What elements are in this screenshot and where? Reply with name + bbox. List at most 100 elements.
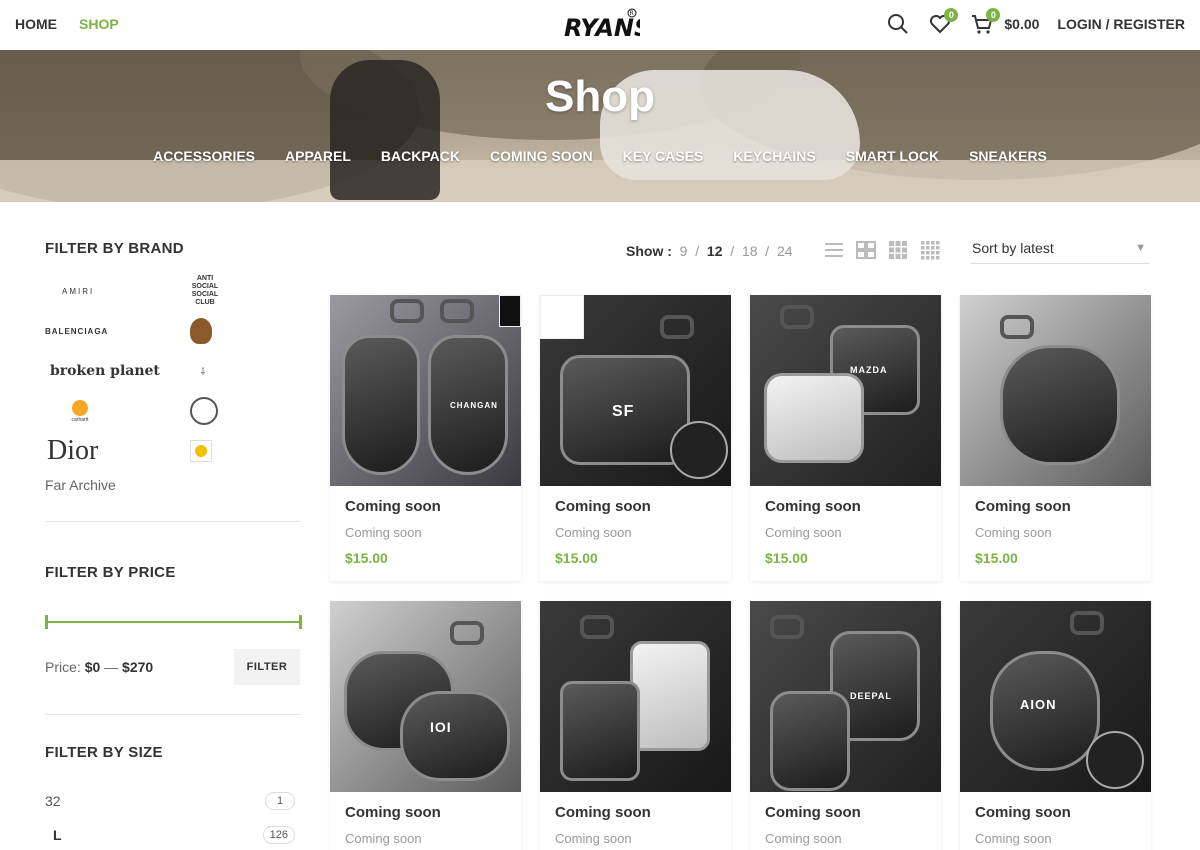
category-link-smart-lock[interactable]: SMART LOCK — [846, 148, 939, 164]
ryans-logo[interactable]: RYANS R — [562, 8, 651, 44]
site-header: HOME SHOP RYANS R 0 0 $0.00 LOGIN / REGI… — [0, 0, 1200, 50]
smiley-face-icon — [195, 445, 207, 457]
product-image[interactable]: DEEPAL — [750, 601, 941, 792]
brand-amiri[interactable]: AMIRI — [45, 275, 190, 307]
cart-icon[interactable]: 0 — [970, 8, 1001, 36]
product-image[interactable]: CHANGAN — [330, 295, 521, 486]
brand-carhartt[interactable]: carhartt — [45, 395, 190, 427]
svg-text:R: R — [630, 10, 634, 17]
size-option-l[interactable]: L 126 — [45, 826, 300, 844]
product-detail-circle — [1086, 731, 1144, 789]
price-min-value: $0 — [84, 659, 101, 675]
brand-smiley[interactable] — [190, 435, 300, 467]
product-title[interactable]: Coming soon — [975, 804, 1136, 821]
size-filter-widget: FILTER BY SIZE 32 1 L 126 — [45, 744, 300, 844]
grid-4-view-icon[interactable] — [920, 240, 940, 260]
show-option-18[interactable]: 18 — [742, 243, 758, 259]
product-category[interactable]: Coming soon — [555, 831, 716, 846]
product-inset-thumb — [540, 295, 584, 339]
category-link-apparel[interactable]: APPAREL — [285, 148, 351, 164]
product-card[interactable]: DEEPAL Coming soon Coming soon — [750, 601, 941, 850]
login-register-link[interactable]: LOGIN / REGISTER — [1057, 16, 1185, 32]
cart-total: $0.00 — [1004, 16, 1040, 32]
category-link-key-cases[interactable]: KEY CASES — [623, 148, 704, 164]
brand-bape[interactable] — [190, 315, 300, 347]
show-option-24[interactable]: 24 — [777, 243, 793, 259]
product-category[interactable]: Coming soon — [765, 525, 926, 540]
brand-travis-scott[interactable]: ⸸ — [190, 355, 300, 387]
product-title[interactable]: Coming soon — [345, 498, 506, 515]
size-option-32[interactable]: 32 1 — [45, 792, 300, 810]
price-range-slider[interactable] — [45, 615, 302, 629]
product-card[interactable]: AION Coming soon Coming soon — [960, 601, 1151, 850]
search-icon[interactable] — [886, 12, 910, 36]
product-category[interactable]: Coming soon — [765, 831, 926, 846]
category-link-keychains[interactable]: KEYCHAINS — [733, 148, 815, 164]
brand-filter-widget: FILTER BY BRAND AMIRI ANTI SOCIAL SOCIAL… — [45, 240, 300, 522]
product-category[interactable]: Coming soon — [555, 525, 716, 540]
brand-balenciaga-logo: BALENCIAGA — [45, 326, 109, 336]
brand-dior[interactable]: Dior — [45, 435, 190, 467]
carhartt-wordmark: carhartt — [71, 416, 89, 423]
shop-hero-banner: Shop ACCESSORIES APPAREL BACKPACK COMING… — [0, 50, 1200, 202]
key-fob-shape — [560, 681, 640, 781]
product-title[interactable]: Coming soon — [975, 498, 1136, 515]
product-category[interactable]: Coming soon — [975, 525, 1136, 540]
brand-balenciaga[interactable]: BALENCIAGA — [45, 315, 190, 347]
product-inset-thumb — [499, 295, 521, 327]
nav-home-link[interactable]: HOME — [15, 16, 57, 32]
cart-button[interactable]: 0 $0.00 — [970, 8, 1040, 36]
product-title[interactable]: Coming soon — [555, 498, 716, 515]
product-card[interactable]: IOI Coming soon Coming soon — [330, 601, 521, 850]
product-image[interactable] — [540, 601, 731, 792]
category-link-backpack[interactable]: BACKPACK — [381, 148, 460, 164]
price-filter-widget: FILTER BY PRICE Price: $0 — $270 FILTER — [45, 564, 302, 715]
product-card[interactable]: CHANGAN Coming soon Coming soon $15.00 — [330, 295, 521, 581]
show-option-9[interactable]: 9 — [680, 243, 688, 259]
price-slider-min-handle[interactable] — [45, 615, 48, 629]
brand-broken-planet[interactable]: broken planet — [45, 355, 190, 387]
wishlist-icon[interactable]: 0 — [928, 8, 959, 36]
product-image[interactable]: SF — [540, 295, 731, 486]
product-category[interactable]: Coming soon — [345, 525, 506, 540]
product-card[interactable]: SF Coming soon Coming soon $15.00 — [540, 295, 731, 581]
wishlist-count-badge: 0 — [944, 8, 959, 22]
category-link-accessories[interactable]: ACCESSORIES — [153, 148, 255, 164]
keyring-shape — [580, 615, 614, 639]
category-link-sneakers[interactable]: SNEAKERS — [969, 148, 1047, 164]
price-label: Price: — [45, 659, 81, 675]
product-title[interactable]: Coming soon — [555, 804, 716, 821]
product-image[interactable]: IOI — [330, 601, 521, 792]
brand-chrome-hearts[interactable] — [190, 395, 300, 427]
brand-far-archive[interactable]: Far Archive — [45, 477, 300, 493]
size-label: 32 — [45, 793, 61, 809]
travis-scott-logo: ⸸ — [200, 367, 206, 378]
show-option-12[interactable]: 12 — [707, 243, 723, 259]
product-category[interactable]: Coming soon — [345, 831, 506, 846]
logo-text: RYANS — [564, 14, 640, 42]
price-slider-max-handle[interactable] — [299, 615, 302, 629]
product-image[interactable]: MAZDA — [750, 295, 941, 486]
grid-2-view-icon[interactable] — [856, 240, 876, 260]
grid-view-switcher — [824, 240, 940, 260]
product-image[interactable] — [960, 295, 1151, 486]
nav-shop-link[interactable]: SHOP — [79, 16, 119, 32]
price-separator: — — [104, 659, 119, 675]
grid-3-view-icon[interactable] — [888, 240, 908, 260]
product-card[interactable]: Coming soon Coming soon $15.00 — [960, 295, 1151, 581]
list-view-icon[interactable] — [824, 240, 844, 260]
product-title[interactable]: Coming soon — [765, 498, 926, 515]
sort-select[interactable]: Sort by latest ▼ — [970, 240, 1150, 264]
header-actions: 0 0 $0.00 LOGIN / REGISTER — [886, 8, 1185, 36]
product-title[interactable]: Coming soon — [345, 804, 506, 821]
product-card[interactable]: Coming soon Coming soon — [540, 601, 731, 850]
product-title[interactable]: Coming soon — [765, 804, 926, 821]
category-link-coming-soon[interactable]: COMING SOON — [490, 148, 593, 164]
product-image[interactable]: AION — [960, 601, 1151, 792]
key-fob-shape — [770, 691, 850, 791]
brand-anti-social-social-club[interactable]: ANTI SOCIAL SOCIAL CLUB — [190, 275, 300, 307]
price-filter-button[interactable]: FILTER — [234, 649, 300, 685]
keyring-shape — [440, 299, 474, 323]
product-category[interactable]: Coming soon — [975, 831, 1136, 846]
product-card[interactable]: MAZDA Coming soon Coming soon $15.00 — [750, 295, 941, 581]
